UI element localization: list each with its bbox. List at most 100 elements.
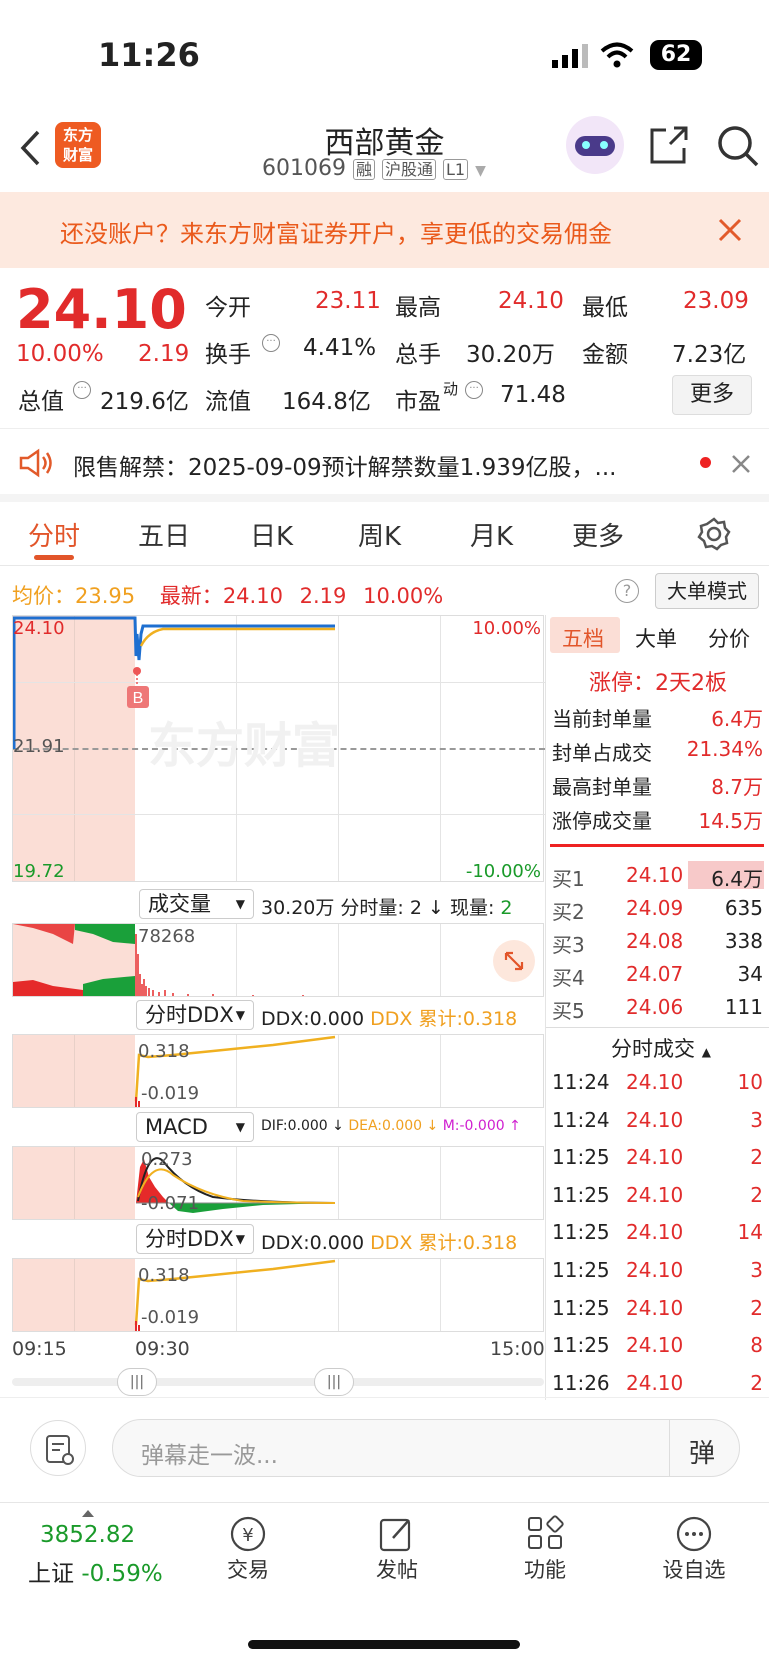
volume-chart: 78268 (12, 923, 544, 997)
pct-top-label: 10.00% (472, 618, 541, 639)
search-icon[interactable] (716, 124, 760, 168)
volume-max-label: 78268 (138, 926, 196, 947)
tick-time: 11:25 (552, 1220, 610, 1245)
big-order-mode-button[interactable]: 大单模式 (655, 573, 759, 609)
tick-price: 24.10 (626, 1070, 684, 1094)
robot-assistant-icon[interactable] (566, 116, 624, 174)
info-icon[interactable]: ··· (262, 334, 280, 352)
tab-weekly-k[interactable]: 周K (358, 516, 401, 553)
tab-big-orders[interactable]: 大单 (635, 623, 677, 653)
tick-volume: 3 (750, 1107, 763, 1132)
index-ticker[interactable]: 3852.82 上证 -0.59% (10, 1510, 170, 1590)
tab-daily-k[interactable]: 日K (250, 516, 293, 553)
pct-bot-label: -10.00% (465, 861, 541, 882)
speaker-icon (19, 448, 52, 478)
tick-price: 24.10 (626, 1295, 684, 1320)
seal-value: 8.7万 (711, 775, 763, 799)
tab-5day[interactable]: 五日 (138, 516, 190, 553)
post-button[interactable]: 发帖 (327, 1514, 467, 1584)
status-bar: 11:26 62 (0, 0, 769, 110)
trade-button[interactable]: ¥ 交易 (178, 1514, 318, 1584)
tick-volume: 2 (750, 1182, 763, 1207)
notice-text: 限售解禁：2025-09-09预计解禁数量1.939亿股，... (73, 455, 617, 481)
tick-price: 24.10 (626, 1145, 684, 1170)
macd-selector[interactable]: MACD ▼ (136, 1112, 254, 1142)
change-pct: 10.00% (16, 341, 104, 367)
x-end-label: 15:00 (490, 1338, 545, 1360)
help-icon[interactable]: ? (615, 579, 639, 603)
banner-text[interactable]: 还没账户？来东方财富证券开户，享更低的交易佣金 (60, 214, 690, 249)
tab-price-dist[interactable]: 分价 (708, 623, 750, 653)
volume-selector[interactable]: 成交量 ▼ (139, 889, 254, 919)
danmu-toggle-icon[interactable]: 弹 (689, 1433, 715, 1470)
slider-handle-right[interactable]: ||| (314, 1368, 354, 1396)
bid-volume: 6.4万 (711, 867, 763, 891)
seal-value: 14.5万 (698, 809, 763, 833)
price-chart[interactable]: 东方财富 B 24.10 21.91 19.72 10.00% -10.00% (12, 615, 545, 882)
tick-time: 11:26 (552, 1370, 610, 1395)
buy-marker: B (133, 690, 144, 707)
ddx-low: -0.019 (141, 1083, 200, 1104)
tick-volume: 8 (750, 1333, 763, 1358)
tab-intraday[interactable]: 分时 (28, 516, 80, 553)
bid-volume: 338 (724, 929, 763, 953)
x-mid-label: 09:30 (135, 1338, 190, 1360)
change-amt: 2.19 (138, 341, 190, 367)
functions-button[interactable]: 功能 (475, 1514, 615, 1584)
tick-price: 24.10 (626, 1333, 684, 1358)
slider-handle-left[interactable]: ||| (117, 1368, 157, 1396)
tick-volume: 2 (750, 1145, 763, 1170)
danmu-input[interactable]: 弹幕走一波... 弹 (112, 1419, 740, 1477)
tick-volume: 3 (750, 1258, 763, 1282)
ddx-high-2: 0.318 (138, 1265, 190, 1286)
open-label: 今开 (205, 295, 251, 321)
tag-margin: 融 (352, 159, 375, 180)
open-account-banner[interactable]: 还没账户？来东方财富证券开户，享更低的交易佣金 (0, 192, 769, 268)
turnover-value: 4.41% (303, 335, 377, 361)
add-watchlist-button[interactable]: 设自选 (624, 1514, 764, 1584)
tick-time: 11:25 (552, 1295, 610, 1320)
close-icon[interactable] (718, 218, 742, 242)
more-button[interactable]: 更多 (672, 375, 752, 415)
float-value: 164.8亿 (282, 389, 371, 415)
grid-icon (528, 1515, 564, 1549)
bid-label: 买1 (552, 867, 585, 891)
tab-monthly-k[interactable]: 月K (470, 516, 513, 553)
high-label: 最高 (395, 295, 441, 321)
tag-level: L1 (443, 159, 469, 180)
stock-code: 601069 融 沪股通 L1 ▼ (262, 156, 486, 181)
share-icon[interactable] (648, 124, 690, 166)
ticks-title[interactable]: 分时成交 ▲ (611, 1033, 711, 1063)
bid-label: 买4 (552, 966, 585, 990)
ddx-selector-2[interactable]: 分时DDX ▼ (136, 1224, 254, 1254)
settings-icon[interactable] (697, 517, 731, 551)
ddx-low-2: -0.019 (141, 1307, 200, 1328)
low-value: 23.09 (683, 288, 749, 314)
price-line: B (13, 616, 335, 749)
ddx-chart-2: 0.318 -0.019 (12, 1258, 544, 1332)
close-icon[interactable] (731, 454, 751, 474)
ddx-selector[interactable]: 分时DDX ▼ (136, 1000, 254, 1030)
time-range-slider[interactable]: ||| ||| (12, 1368, 544, 1396)
dropdown-icon[interactable]: ▼ (475, 163, 486, 179)
mktcap-label: 总值 (18, 389, 64, 415)
clock: 11:26 (98, 36, 200, 74)
wifi-icon (600, 42, 634, 68)
seal-value: 6.4万 (711, 707, 763, 731)
turnover-label: 换手 (205, 342, 251, 368)
comment-list-icon[interactable] (30, 1420, 86, 1476)
open-value: 23.11 (315, 288, 381, 314)
tick-price: 24.10 (626, 1107, 684, 1132)
bid-label: 买3 (552, 933, 585, 957)
collapse-icon[interactable] (82, 1510, 94, 1517)
pe-sup: 动 (443, 380, 459, 398)
home-indicator (248, 1640, 520, 1649)
tick-time: 11:25 (552, 1145, 610, 1170)
expand-icon[interactable] (493, 940, 535, 982)
volume-value: 30.20万 (466, 342, 555, 368)
info-icon[interactable]: ··· (465, 381, 483, 399)
side-panel: 五档 大单 分价 涨停：2天2板 当前封单量 6.4万 封单占成交 21.34% 最高封… (545, 615, 769, 1400)
tab-more[interactable]: 更多 (572, 516, 624, 553)
info-icon[interactable]: ··· (73, 381, 91, 399)
tab-order-book[interactable]: 五档 (562, 623, 604, 653)
